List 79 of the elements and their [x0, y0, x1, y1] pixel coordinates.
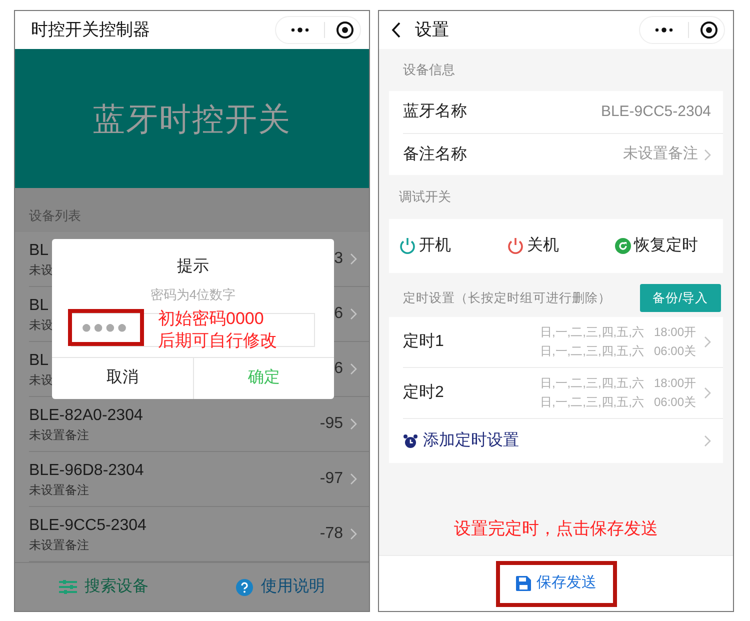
timer-time: 06:00关 [654, 343, 696, 360]
timer-time: 06:00关 [654, 394, 696, 411]
switch-action-button[interactable]: 关机 [507, 234, 559, 258]
nav-title: 设置 [415, 19, 449, 42]
alarm-clock-icon [403, 434, 418, 448]
timer-days: 日,一,二,三,四,五,六 [540, 323, 644, 342]
more-icon[interactable] [290, 27, 310, 33]
device-note: 未设置备注 [29, 427, 89, 443]
dialog-title: 提示 [177, 257, 209, 277]
power-icon [399, 237, 416, 255]
timer-row[interactable]: 定时2 日,一,二,三,四,五,六 18:00开 日,一,二,三,四,五,六 06:00关 [403, 368, 723, 419]
capsule-menu[interactable] [275, 16, 361, 44]
sliders-icon [58, 580, 76, 594]
annotation-text: 后期可自行修改 [158, 330, 277, 352]
signal-reading: -97 [320, 469, 343, 489]
refresh-icon [615, 238, 631, 254]
switch-action-button[interactable]: 开机 [399, 234, 451, 258]
section-label: 定时设置（长按定时组可进行删除） [403, 290, 611, 307]
device-name: BLE-9CC5-2304 [29, 516, 146, 536]
backup-import-button[interactable]: 备份/导入 [640, 284, 721, 312]
device-row[interactable]: BLE-96D8-2304 未设置备注 -97 [29, 452, 369, 507]
info-value: BLE-9CC5-2304 [600, 102, 711, 122]
annotation-text: 设置完定时，点击保存发送 [454, 518, 658, 540]
switch-action-button[interactable]: 恢复定时 [615, 234, 698, 258]
section-label: 设备列表 [29, 206, 81, 224]
device-note: 未设置备注 [29, 537, 89, 553]
signal-reading: 6 [334, 359, 343, 379]
timer-time: 18:00开 [654, 324, 696, 341]
chevron-icon [350, 473, 357, 485]
info-label: 备注名称 [403, 144, 468, 164]
timer-row[interactable]: 定时1 日,一,二,三,四,五,六 18:00开 日,一,二,三,四,五,六 06:00关 [403, 317, 723, 368]
capsule-menu[interactable] [639, 16, 725, 44]
signal-reading: 6 [334, 304, 343, 324]
more-icon[interactable] [654, 27, 674, 33]
save-send-button[interactable]: 保存发送 [496, 560, 616, 606]
chevron-icon [350, 253, 357, 265]
device-name: BLE-96D8-2304 [29, 461, 144, 481]
banner-title: 蓝牙时控开关 [93, 100, 291, 138]
chevron-icon [704, 148, 711, 160]
chevron-icon [704, 435, 711, 447]
timer-days: 日,一,二,三,四,五,六 [540, 393, 644, 412]
close-icon[interactable] [336, 21, 354, 39]
nav-title: 时控开关控制器 [31, 19, 150, 42]
add-timer-row[interactable]: 添加定时设置 [403, 419, 723, 463]
timer-name: 定时1 [403, 332, 445, 352]
device-note: 未设 [29, 317, 53, 333]
add-timer-label: 添加定时设置 [423, 430, 520, 451]
dialog-message: 密码为4位数字 [150, 286, 236, 304]
signal-reading: -95 [320, 414, 343, 434]
chevron-icon [350, 528, 357, 540]
signal-reading: 3 [334, 249, 343, 269]
chevron-icon [704, 387, 711, 399]
annotation-text: 初始密码0000 [158, 308, 265, 330]
device-name: BL [29, 241, 49, 261]
help-icon [236, 578, 253, 596]
section-label: 设备信息 [403, 61, 455, 80]
device-name: BLE-82A0-2304 [29, 406, 143, 426]
chevron-icon [350, 363, 357, 375]
device-note: 未设置备注 [29, 482, 89, 498]
bottom-bar-button[interactable]: 使用说明 [192, 575, 369, 599]
info-value[interactable]: 未设置备注 [623, 143, 698, 166]
device-name: BL [29, 351, 49, 371]
timer-time: 18:00开 [654, 375, 696, 392]
timer-days: 日,一,二,三,四,五,六 [540, 342, 644, 361]
timer-name: 定时2 [403, 382, 445, 403]
device-name: BL [29, 296, 49, 316]
device-note: 未设 [29, 262, 53, 278]
signal-reading: -78 [320, 524, 343, 544]
back-icon[interactable] [391, 22, 401, 38]
info-label: 蓝牙名称 [403, 102, 468, 122]
close-icon[interactable] [700, 21, 718, 39]
timer-days: 日,一,二,三,四,五,六 [540, 374, 644, 393]
chevron-icon [704, 336, 711, 348]
section-label: 调试开关 [399, 188, 451, 206]
device-note: 未设 [29, 372, 53, 388]
power-icon [507, 237, 524, 255]
chevron-icon [350, 418, 357, 430]
chevron-icon [350, 308, 357, 320]
cancel-button[interactable]: 取消 [52, 358, 194, 399]
